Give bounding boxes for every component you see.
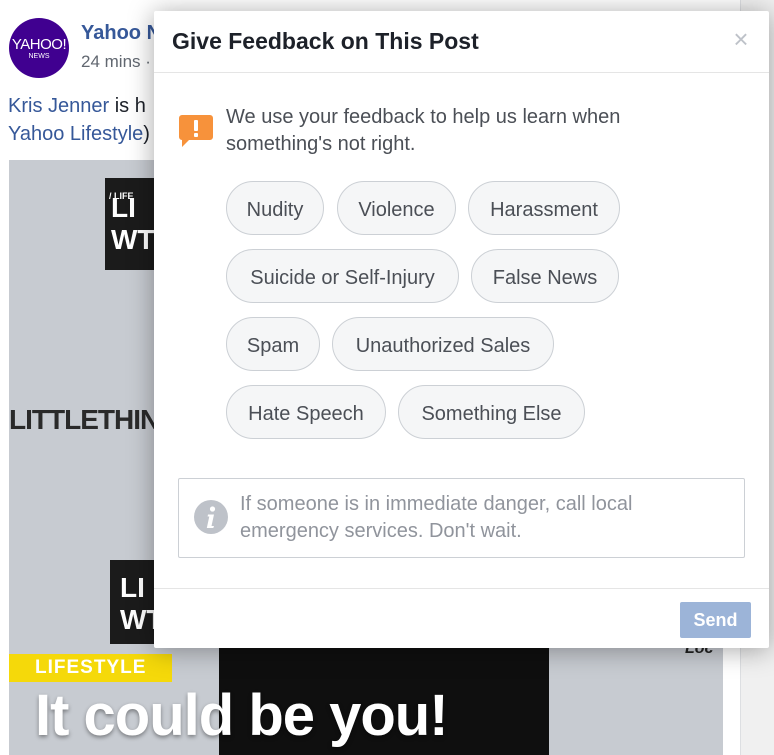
option-false-news[interactable]: False News — [471, 249, 619, 303]
mention-link[interactable]: Kris Jenner — [8, 95, 109, 117]
option-something-else[interactable]: Something Else — [398, 385, 585, 439]
option-suicide-or-self-injury[interactable]: Suicide or Self-Injury — [226, 249, 459, 303]
option-harassment[interactable]: Harassment — [468, 181, 620, 235]
info-circle-icon — [194, 500, 228, 534]
option-hate-speech[interactable]: Hate Speech — [226, 385, 386, 439]
mention-link[interactable]: Yahoo Lifestyle — [8, 123, 143, 145]
option-spam[interactable]: Spam — [226, 317, 320, 371]
page-name-link[interactable]: Yahoo N — [81, 22, 161, 45]
dialog-header: Give Feedback on This Post × — [154, 11, 769, 73]
lifestyle-tag: LIFESTYLE — [9, 654, 173, 682]
post-text-fragment: is h — [109, 95, 146, 117]
sign-small-text: / LIFE — [109, 191, 134, 201]
emergency-notice-text: If someone is in immediate danger, call … — [240, 493, 633, 542]
dialog-title: Give Feedback on This Post — [172, 28, 479, 54]
emergency-notice: If someone is in immediate danger, call … — [178, 478, 745, 558]
close-icon[interactable]: × — [729, 25, 753, 53]
feedback-dialog: Give Feedback on This Post × We use your… — [154, 11, 769, 648]
dialog-intro-text: We use your feedback to help us learn wh… — [226, 106, 621, 155]
option-nudity[interactable]: Nudity — [226, 181, 324, 235]
option-violence[interactable]: Violence — [337, 181, 456, 235]
image-overlay-title: It could be you! — [35, 683, 449, 748]
page-avatar[interactable]: YAHOO! NEWS — [9, 18, 69, 78]
avatar-brand-text: YAHOO! — [11, 36, 67, 53]
dialog-footer: Send — [154, 588, 769, 649]
post-timestamp[interactable]: 24 mins · — [81, 52, 151, 72]
avatar-sub-text: NEWS — [28, 53, 50, 60]
post-text: Kris Jenner is h Yahoo Lifestyle) — [8, 92, 158, 148]
alert-speech-bubble-icon — [179, 115, 213, 147]
send-button[interactable]: Send — [680, 602, 751, 638]
post-text-fragment: ) — [143, 123, 150, 145]
option-unauthorized-sales[interactable]: Unauthorized Sales — [332, 317, 554, 371]
